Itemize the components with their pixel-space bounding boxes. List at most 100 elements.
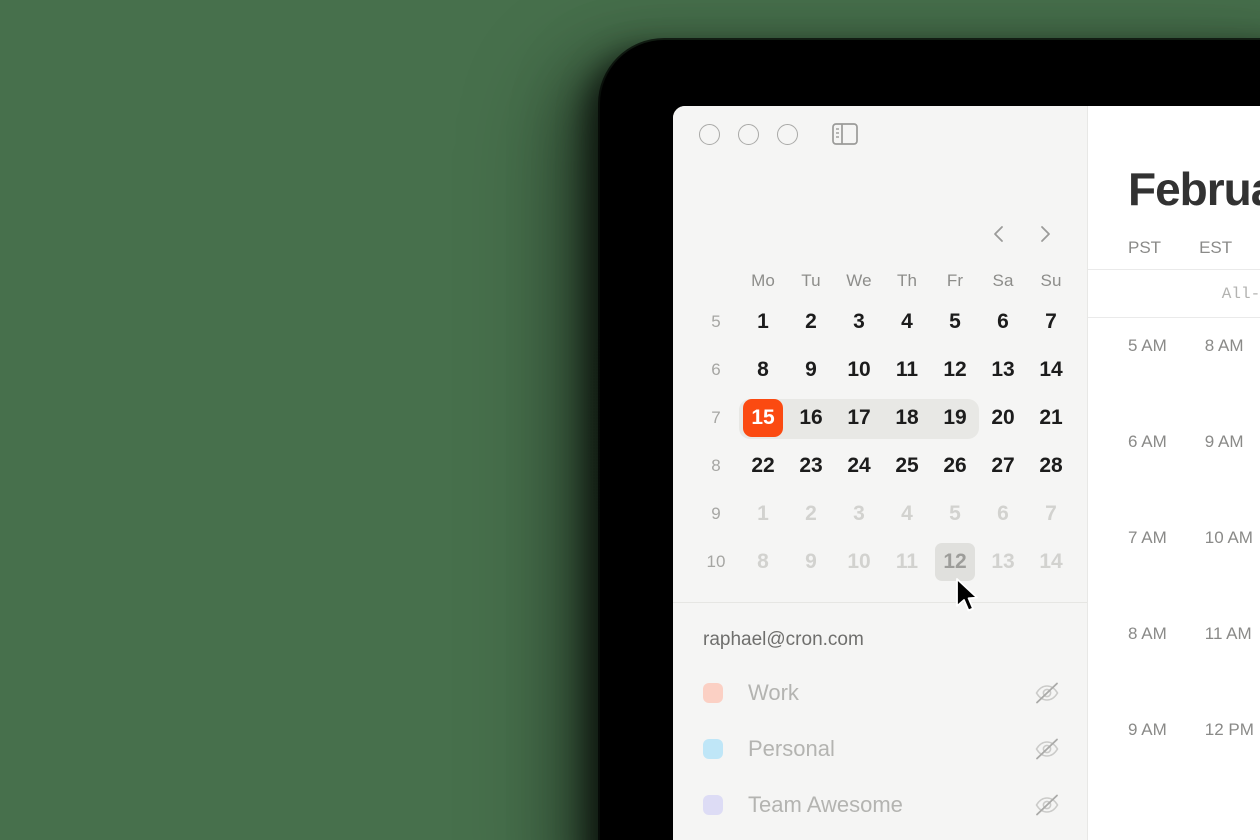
week-number: 10 [706,552,726,571]
sidebar-toggle-icon[interactable] [831,123,859,146]
mini-calendar-day[interactable]: 27 [979,447,1027,485]
mini-calendar-day[interactable]: 5 [931,495,979,533]
calendar-name: Work [748,680,799,705]
week-number: 8 [711,456,721,475]
mini-calendar-day[interactable]: 13 [979,351,1027,389]
weekday-header: Mo [751,271,775,290]
mini-calendar-week-row: 7 15 16 17 18 19 20 21 [693,394,1063,442]
mini-calendar-day[interactable]: 11 [883,543,931,581]
week-number: 7 [711,408,721,427]
mini-calendar-day[interactable]: 21 [1027,399,1075,437]
mini-calendar-day[interactable]: 16 [787,399,835,437]
mini-calendar-day[interactable]: 4 [883,495,931,533]
mini-calendar-day[interactable]: 6 [979,495,1027,533]
mini-calendar-day[interactable]: 1 [739,303,787,341]
mini-calendar-day[interactable]: 17 [835,399,883,437]
mini-calendar-day[interactable]: 6 [979,303,1027,341]
week-number: 6 [711,360,721,379]
account-email: raphael@cron.com [703,629,864,650]
mini-calendar-day[interactable]: 2 [787,303,835,341]
timezone-header-row: PST EST [1088,216,1260,270]
eye-off-icon[interactable] [1033,735,1061,763]
mini-calendar-day[interactable]: 14 [1027,543,1075,581]
mini-calendar-day[interactable]: 5 [931,303,979,341]
mini-calendar-day[interactable]: 24 [835,447,883,485]
mini-calendar-day[interactable]: 12 [931,351,979,389]
main-header: February [1088,106,1260,216]
weekday-header-row: Mo Tu We Th Fr Sa Su [693,264,1063,298]
all-day-label: All-day [1221,284,1260,303]
mini-calendar-day[interactable]: 8 [739,543,787,581]
mini-calendar-day[interactable]: 14 [1027,351,1075,389]
mini-calendar-day[interactable]: 10 [835,543,883,581]
mini-calendar-day[interactable]: 15 [743,399,783,437]
mini-calendar-week-row: 91234567 [693,490,1063,538]
mini-calendar-day[interactable]: 1 [739,495,787,533]
mini-calendar-day[interactable]: 19 [931,399,979,437]
time-label-pst: 6 AM [1128,432,1167,451]
mini-calendar-week-row: 8 22 23 24 25 26 27 28 [693,442,1063,490]
minimize-button[interactable] [738,123,759,145]
weekday-header: Th [896,271,918,290]
calendar-app-window: Mo Tu We Th Fr Sa Su 5 1 2 3 4 5 6 7 6 8 9 10 11 12 13… [673,106,1260,840]
mini-calendar-day[interactable]: 9 [787,351,835,389]
mini-calendar-day[interactable]: 26 [931,447,979,485]
calendar-list-item[interactable]: Work [673,665,1087,721]
mini-calendar-day[interactable]: 22 [739,447,787,485]
time-slot-row[interactable]: 5 AM 8 AM [1088,336,1260,432]
time-slot-row[interactable]: 6 AM 9 AM [1088,432,1260,528]
mini-calendar-week-row: 10 8 9 10 11 12 13 14 [693,538,1063,586]
mini-calendar-day[interactable]: 28 [1027,447,1075,485]
weekday-header: Fr [946,271,964,290]
time-label-est: 10 AM [1204,528,1253,547]
time-label-est: 12 PM [1204,720,1254,739]
mini-calendar-day[interactable]: 2 [787,495,835,533]
time-slot-row[interactable]: 7 AM 10 AM [1088,528,1260,624]
mini-calendar-day[interactable]: 12 [935,543,975,581]
time-label-pst: 5 AM [1128,336,1167,355]
calendar-list: Work Personal Team Awesome [673,651,1087,833]
calendar-color-swatch [703,739,723,759]
weekday-header: Su [1040,271,1062,290]
mini-calendar-day[interactable]: 11 [883,351,931,389]
mini-calendar-day[interactable]: 10 [835,351,883,389]
weekday-header: Sa [992,271,1014,290]
calendar-color-swatch [703,683,723,703]
close-button[interactable] [699,123,720,145]
mini-calendar-day[interactable]: 25 [883,447,931,485]
all-day-row[interactable]: All-day [1088,270,1260,318]
mini-calendar-week-row: 51234567 [693,298,1063,346]
mini-calendar-day[interactable]: 9 [787,543,835,581]
week-number: 5 [711,312,721,331]
calendar-list-item[interactable]: Personal [673,721,1087,777]
time-grid: 5 AM 8 AM 6 AM 9 AM 7 AM 10 AM 8 AM 11 AM 9 AM 12… [1088,318,1260,816]
week-number: 9 [711,504,721,523]
mini-calendar-day[interactable]: 7 [1027,495,1075,533]
time-label-pst: 8 AM [1128,624,1167,643]
main-calendar-pane: February PST EST All-day 5 AM 8 AM 6 AM 9 A… [1088,106,1260,840]
timezone-label-pst[interactable]: PST [1128,238,1161,269]
mini-calendar-day[interactable]: 3 [835,303,883,341]
mini-calendar-day[interactable]: 13 [979,543,1027,581]
calendar-name: Team Awesome [748,792,903,817]
time-slot-row[interactable]: 8 AM 11 AM [1088,624,1260,720]
eye-off-icon[interactable] [1033,791,1061,819]
mini-calendar-day[interactable]: 3 [835,495,883,533]
time-label-pst: 7 AM [1128,528,1167,547]
calendar-color-swatch [703,795,723,815]
maximize-button[interactable] [777,123,798,145]
mini-calendar-day[interactable]: 4 [883,303,931,341]
time-slot-row[interactable]: 9 AM 12 PM [1088,720,1260,816]
sidebar: Mo Tu We Th Fr Sa Su 5 1 2 3 4 5 6 7 6 8 9 10 11 12 13… [673,106,1088,840]
time-label-pst: 9 AM [1128,720,1167,739]
mini-calendar-day[interactable]: 7 [1027,303,1075,341]
next-month-button[interactable] [1033,222,1057,246]
mini-calendar-day[interactable]: 23 [787,447,835,485]
mini-calendar-day[interactable]: 20 [979,399,1027,437]
mini-calendar-day[interactable]: 18 [883,399,931,437]
eye-off-icon[interactable] [1033,679,1061,707]
calendar-list-item[interactable]: Team Awesome [673,777,1087,833]
timezone-label-est[interactable]: EST [1199,238,1232,269]
mini-calendar-day[interactable]: 8 [739,351,787,389]
prev-month-button[interactable] [987,222,1011,246]
